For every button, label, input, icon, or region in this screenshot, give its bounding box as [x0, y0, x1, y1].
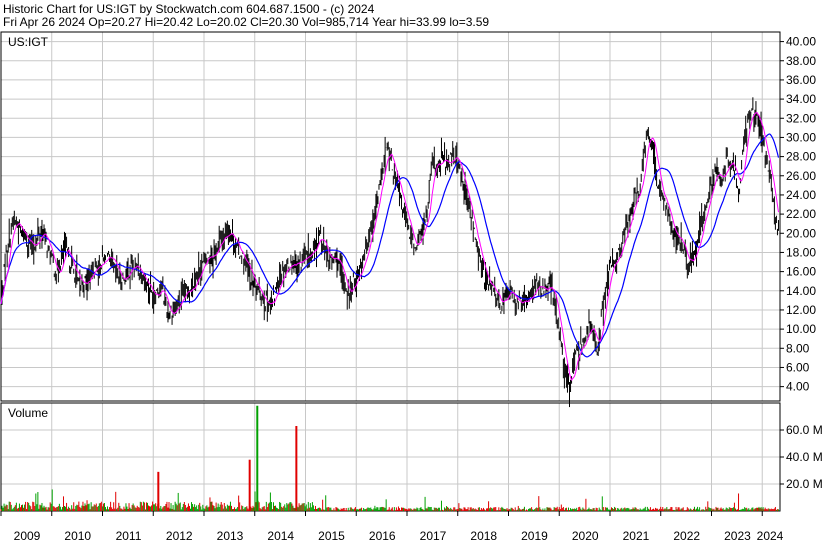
price-tick-label: 12.00	[786, 303, 816, 317]
price-tick-label: 26.00	[786, 169, 816, 183]
year-tick-label: 2014	[267, 529, 294, 543]
year-tick-label: 2023	[724, 529, 751, 543]
year-tick-label: 2012	[166, 529, 193, 543]
year-tick-label: 2009	[14, 529, 41, 543]
price-tick-label: 28.00	[786, 150, 816, 164]
year-tick-label: 2013	[217, 529, 244, 543]
year-tick-label: 2021	[623, 529, 650, 543]
price-tick-label: 38.00	[786, 54, 816, 68]
price-tick-label: 36.00	[786, 73, 816, 87]
year-tick-label: 2011	[116, 529, 142, 543]
year-tick-label: 2019	[521, 529, 548, 543]
volume-axis-labels: 60.0 M 40.0 M 20.0 M	[786, 423, 823, 491]
price-tick-label: 8.00	[786, 341, 810, 355]
price-tick-label: 24.00	[786, 188, 816, 202]
price-tick-label: 40.00	[786, 35, 816, 49]
volume-panel-title: Volume	[8, 406, 48, 420]
price-tick-label: 4.00	[786, 380, 810, 394]
year-tick-label: 2020	[572, 529, 599, 543]
chart-header-line1: Historic Chart for US:IGT by Stockwatch.…	[3, 2, 375, 16]
price-tick-label: 10.00	[786, 322, 816, 336]
volume-tick-label: 60.0 M	[786, 423, 823, 437]
price-tick-label: 18.00	[786, 245, 816, 259]
price-tick-label: 6.00	[786, 360, 810, 374]
year-tick-label: 2017	[420, 529, 447, 543]
price-tick-label: 14.00	[786, 284, 816, 298]
volume-tick-label: 20.0 M	[786, 477, 823, 491]
price-tick-label: 32.00	[786, 111, 816, 125]
year-tick-label: 2016	[369, 529, 396, 543]
year-tick-label: 2024	[757, 529, 784, 543]
price-tick-label: 22.00	[786, 207, 816, 221]
year-tick-label: 2015	[318, 529, 345, 543]
price-chart: Historic Chart for US:IGT by Stockwatch.…	[0, 0, 830, 543]
price-tick-label: 30.00	[786, 130, 816, 144]
year-tick-label: 2022	[673, 529, 700, 543]
price-tick-label: 16.00	[786, 265, 816, 279]
price-tick-label: 34.00	[786, 92, 816, 106]
price-tick-label: 20.00	[786, 226, 816, 240]
year-tick-label: 2018	[470, 529, 497, 543]
price-panel-title: US:IGT	[8, 35, 49, 49]
volume-tick-label: 40.0 M	[786, 450, 823, 464]
year-tick-label: 2010	[64, 529, 91, 543]
chart-header-line2: Fri Apr 26 2024 Op=20.27 Hi=20.42 Lo=20.…	[3, 15, 489, 29]
